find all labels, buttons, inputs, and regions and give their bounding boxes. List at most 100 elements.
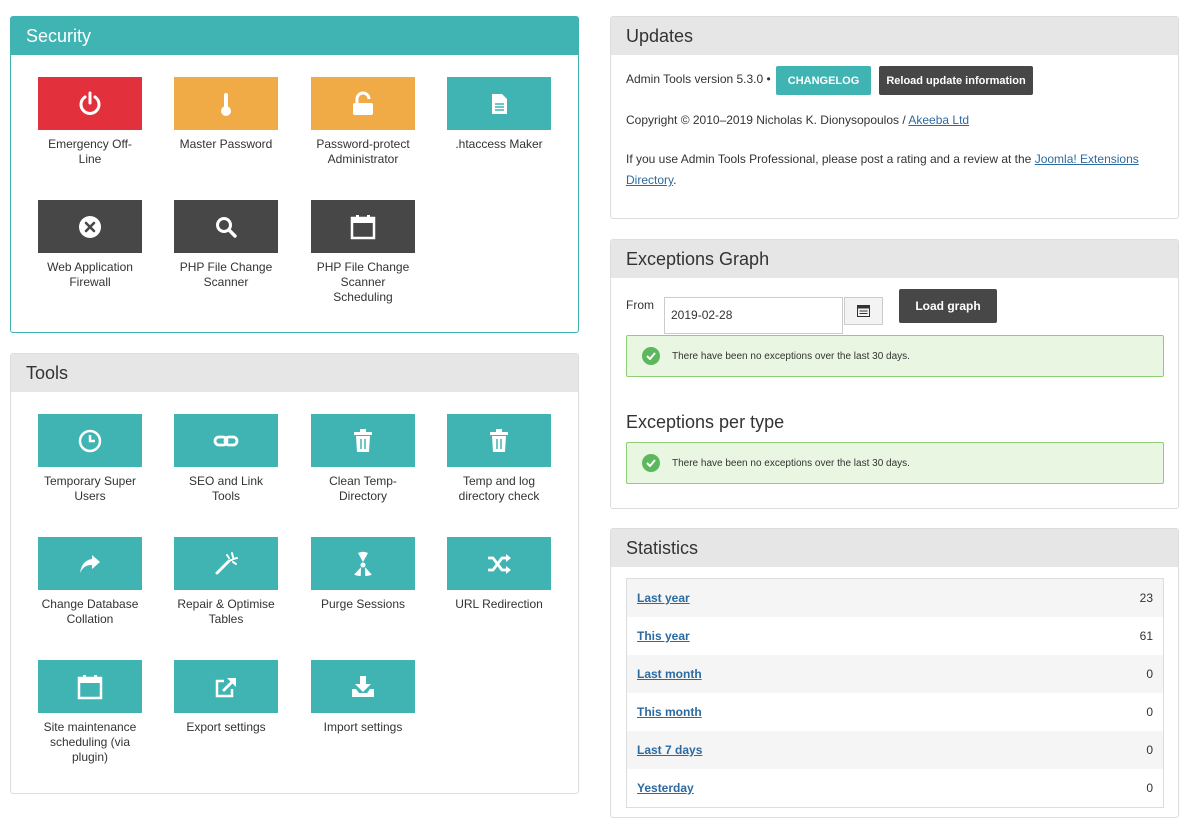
stat-label[interactable]: Last month xyxy=(637,667,702,681)
tile-label: Change Database Collation xyxy=(41,597,139,626)
link-icon xyxy=(174,414,278,467)
updates-panel-title: Updates xyxy=(611,17,1178,55)
tile-change-db-collation[interactable]: Change Database Collation xyxy=(38,537,142,627)
export-icon xyxy=(174,660,278,713)
tile-waf[interactable]: Web Application Firewall xyxy=(38,200,142,290)
stat-label[interactable]: This year xyxy=(637,629,690,643)
search-icon xyxy=(174,200,278,253)
trash-icon xyxy=(447,414,551,467)
tile-master-password[interactable]: Master Password xyxy=(174,77,278,152)
tile-label: Export settings xyxy=(186,720,266,734)
stat-value: 23 xyxy=(1139,591,1153,605)
tile-label: PHP File Change Scanner xyxy=(179,260,273,289)
calendar-icon xyxy=(311,200,415,253)
stat-value: 0 xyxy=(1146,667,1153,681)
stat-row: Last month 0 xyxy=(627,655,1163,693)
tile-label: Repair & Optimise Tables xyxy=(177,597,275,626)
per-type-alert-text: There have been no exceptions over the l… xyxy=(672,457,910,469)
tile-url-redirection[interactable]: URL Redirection xyxy=(447,537,551,612)
tile-password-protect-admin[interactable]: Password-protect Administrator xyxy=(311,77,415,167)
tile-label: Clean Temp-Directory xyxy=(329,474,397,503)
tile-label: Web Application Firewall xyxy=(47,260,133,289)
stat-label[interactable]: Yesterday xyxy=(637,781,694,795)
stat-value: 0 xyxy=(1146,705,1153,719)
tile-export-settings[interactable]: Export settings xyxy=(174,660,278,735)
copyright-text: Copyright © 2010–2019 Nicholas K. Dionys… xyxy=(626,113,906,127)
stat-row: Yesterday 0 xyxy=(627,769,1163,807)
tile-seo-link-tools[interactable]: SEO and Link Tools xyxy=(174,414,278,504)
tile-repair-optimise[interactable]: Repair & Optimise Tables xyxy=(174,537,278,627)
shuffle-icon xyxy=(447,537,551,590)
from-date-input[interactable]: 2019-02-28 xyxy=(664,297,843,334)
tile-import-settings[interactable]: Import settings xyxy=(311,660,415,735)
rating-text: If you use Admin Tools Professional, ple… xyxy=(626,152,1032,166)
from-label: From xyxy=(626,298,654,312)
stat-row: Last year 23 xyxy=(627,579,1163,617)
exceptions-panel-title: Exceptions Graph xyxy=(611,240,1178,278)
thermometer-icon xyxy=(174,77,278,130)
calendar-button[interactable] xyxy=(844,297,883,325)
statistics-panel: Statistics Last year 23 This year 61 Last … xyxy=(610,528,1179,818)
tile-label: SEO and Link Tools xyxy=(188,474,264,503)
reload-update-button[interactable]: Reload update information xyxy=(879,66,1033,95)
stat-label[interactable]: Last 7 days xyxy=(637,743,702,757)
tile-label: Import settings xyxy=(323,720,403,734)
power-icon xyxy=(38,77,142,130)
per-type-alert: There have been no exceptions over the l… xyxy=(626,442,1164,484)
statistics-panel-title: Statistics xyxy=(611,529,1178,567)
tools-panel: Tools Temporary Super Users SEO and Link… xyxy=(10,353,579,794)
calendar-icon xyxy=(38,660,142,713)
version-text: Admin Tools version 5.3.0 • xyxy=(626,72,771,86)
tile-scanner-scheduling[interactable]: PHP File Change Scanner Scheduling xyxy=(311,200,415,305)
tile-label: PHP File Change Scanner Scheduling xyxy=(316,260,410,304)
copyright-line: Copyright © 2010–2019 Nicholas K. Dionys… xyxy=(626,113,969,127)
tile-htaccess-maker[interactable]: .htaccess Maker xyxy=(447,77,551,152)
tile-label: .htaccess Maker xyxy=(455,137,543,151)
tile-label: Purge Sessions xyxy=(320,597,406,611)
updates-panel: Updates Admin Tools version 5.3.0 • CHAN… xyxy=(610,16,1179,219)
security-panel-title: Security xyxy=(11,17,578,55)
load-graph-button[interactable]: Load graph xyxy=(899,289,997,323)
stat-row: Last 7 days 0 xyxy=(627,731,1163,769)
exceptions-per-type-title: Exceptions per type xyxy=(626,412,785,432)
unlock-icon xyxy=(311,77,415,130)
statistics-table: Last year 23 This year 61 Last month 0 This… xyxy=(626,578,1164,808)
magic-wand-icon xyxy=(174,537,278,590)
stat-row: This month 0 xyxy=(627,693,1163,731)
tile-temp-log-directory-check[interactable]: Temp and log directory check xyxy=(447,414,551,504)
tile-php-file-change-scanner[interactable]: PHP File Change Scanner xyxy=(174,200,278,290)
clock-icon xyxy=(38,414,142,467)
exceptions-alert-text: There have been no exceptions over the l… xyxy=(672,350,910,362)
stat-value: 0 xyxy=(1146,743,1153,757)
tile-label: Password-protect Administrator xyxy=(316,137,410,166)
radiation-icon xyxy=(311,537,415,590)
security-panel: Security Emergency Off-Line Master Passw… xyxy=(10,16,579,333)
tile-label: Master Password xyxy=(179,137,273,151)
tile-label: Temporary Super Users xyxy=(43,474,137,503)
tile-clean-temp-directory[interactable]: Clean Temp-Directory xyxy=(311,414,415,504)
close-circle-icon xyxy=(38,200,142,253)
tile-emergency-offline[interactable]: Emergency Off-Line xyxy=(38,77,142,167)
exceptions-panel: Exceptions Graph From 2019-02-28 Load gr… xyxy=(610,239,1179,509)
stat-value: 0 xyxy=(1146,781,1153,795)
tile-purge-sessions[interactable]: Purge Sessions xyxy=(311,537,415,612)
tile-label: Emergency Off-Line xyxy=(48,137,132,166)
check-circle-icon xyxy=(642,454,660,472)
rating-end: . xyxy=(673,173,677,187)
tile-label: URL Redirection xyxy=(455,597,543,611)
stat-label[interactable]: Last year xyxy=(637,591,690,605)
tools-panel-title: Tools xyxy=(11,354,578,392)
share-arrow-icon xyxy=(38,537,142,590)
trash-icon xyxy=(311,414,415,467)
stat-row: This year 61 xyxy=(627,617,1163,655)
exceptions-alert: There have been no exceptions over the l… xyxy=(626,335,1164,377)
stat-value: 61 xyxy=(1139,629,1153,643)
stat-label[interactable]: This month xyxy=(637,705,702,719)
rating-text-block: If you use Admin Tools Professional, ple… xyxy=(626,149,1166,191)
tile-temp-super-users[interactable]: Temporary Super Users xyxy=(38,414,142,504)
download-icon xyxy=(311,660,415,713)
tile-site-maintenance-scheduling[interactable]: Site maintenance scheduling (via plugin) xyxy=(38,660,142,765)
changelog-button[interactable]: CHANGELOG xyxy=(776,66,871,95)
tile-label: Temp and log directory check xyxy=(458,474,540,503)
akeeba-link[interactable]: Akeeba Ltd xyxy=(908,113,969,127)
